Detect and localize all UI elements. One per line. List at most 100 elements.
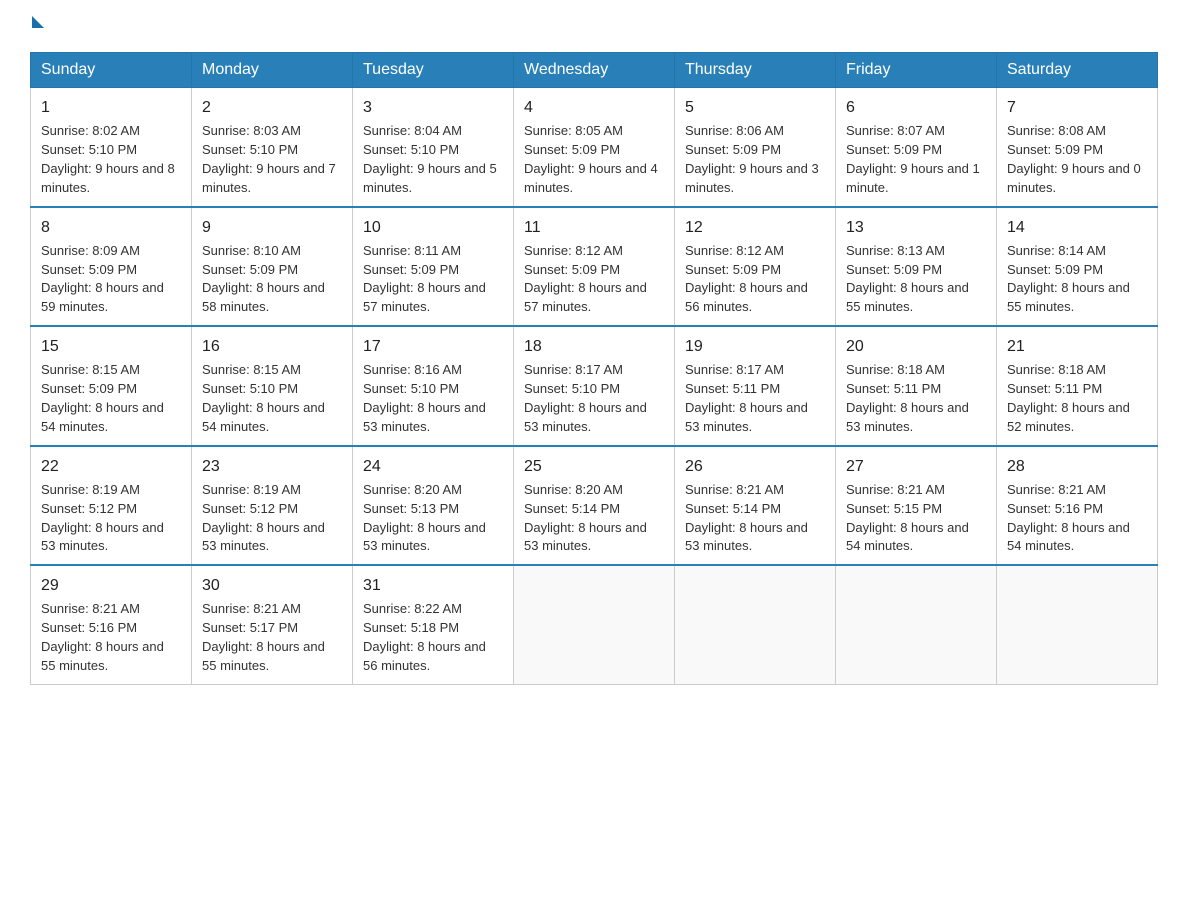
calendar-cell	[836, 565, 997, 684]
calendar-cell: 1 Sunrise: 8:02 AMSunset: 5:10 PMDayligh…	[31, 88, 192, 207]
day-number: 5	[685, 96, 825, 119]
calendar-cell: 22 Sunrise: 8:19 AMSunset: 5:12 PMDaylig…	[31, 446, 192, 566]
day-info: Sunrise: 8:21 AMSunset: 5:17 PMDaylight:…	[202, 601, 325, 673]
calendar-cell: 27 Sunrise: 8:21 AMSunset: 5:15 PMDaylig…	[836, 446, 997, 566]
calendar-cell: 10 Sunrise: 8:11 AMSunset: 5:09 PMDaylig…	[353, 207, 514, 327]
page-header	[30, 20, 1158, 32]
day-info: Sunrise: 8:12 AMSunset: 5:09 PMDaylight:…	[524, 243, 647, 315]
day-info: Sunrise: 8:07 AMSunset: 5:09 PMDaylight:…	[846, 123, 980, 195]
calendar-cell: 2 Sunrise: 8:03 AMSunset: 5:10 PMDayligh…	[192, 88, 353, 207]
calendar-cell: 5 Sunrise: 8:06 AMSunset: 5:09 PMDayligh…	[675, 88, 836, 207]
day-info: Sunrise: 8:15 AMSunset: 5:09 PMDaylight:…	[41, 362, 164, 434]
day-number: 30	[202, 574, 342, 597]
day-info: Sunrise: 8:11 AMSunset: 5:09 PMDaylight:…	[363, 243, 486, 315]
day-number: 18	[524, 335, 664, 358]
day-info: Sunrise: 8:09 AMSunset: 5:09 PMDaylight:…	[41, 243, 164, 315]
day-info: Sunrise: 8:16 AMSunset: 5:10 PMDaylight:…	[363, 362, 486, 434]
day-info: Sunrise: 8:21 AMSunset: 5:15 PMDaylight:…	[846, 482, 969, 554]
day-number: 7	[1007, 96, 1147, 119]
day-number: 15	[41, 335, 181, 358]
day-info: Sunrise: 8:19 AMSunset: 5:12 PMDaylight:…	[202, 482, 325, 554]
day-info: Sunrise: 8:22 AMSunset: 5:18 PMDaylight:…	[363, 601, 486, 673]
day-number: 16	[202, 335, 342, 358]
calendar-cell: 14 Sunrise: 8:14 AMSunset: 5:09 PMDaylig…	[997, 207, 1158, 327]
calendar-cell: 20 Sunrise: 8:18 AMSunset: 5:11 PMDaylig…	[836, 326, 997, 446]
day-number: 2	[202, 96, 342, 119]
week-row-5: 29 Sunrise: 8:21 AMSunset: 5:16 PMDaylig…	[31, 565, 1158, 684]
calendar-cell: 6 Sunrise: 8:07 AMSunset: 5:09 PMDayligh…	[836, 88, 997, 207]
calendar-cell: 23 Sunrise: 8:19 AMSunset: 5:12 PMDaylig…	[192, 446, 353, 566]
day-header-sunday: Sunday	[31, 53, 192, 88]
day-number: 6	[846, 96, 986, 119]
calendar-cell	[514, 565, 675, 684]
calendar-cell: 28 Sunrise: 8:21 AMSunset: 5:16 PMDaylig…	[997, 446, 1158, 566]
calendar-cell: 24 Sunrise: 8:20 AMSunset: 5:13 PMDaylig…	[353, 446, 514, 566]
week-row-1: 1 Sunrise: 8:02 AMSunset: 5:10 PMDayligh…	[31, 88, 1158, 207]
day-info: Sunrise: 8:21 AMSunset: 5:16 PMDaylight:…	[1007, 482, 1130, 554]
day-header-saturday: Saturday	[997, 53, 1158, 88]
calendar-cell: 26 Sunrise: 8:21 AMSunset: 5:14 PMDaylig…	[675, 446, 836, 566]
day-number: 25	[524, 455, 664, 478]
day-info: Sunrise: 8:14 AMSunset: 5:09 PMDaylight:…	[1007, 243, 1130, 315]
week-row-4: 22 Sunrise: 8:19 AMSunset: 5:12 PMDaylig…	[31, 446, 1158, 566]
day-info: Sunrise: 8:20 AMSunset: 5:14 PMDaylight:…	[524, 482, 647, 554]
calendar-cell: 11 Sunrise: 8:12 AMSunset: 5:09 PMDaylig…	[514, 207, 675, 327]
day-number: 17	[363, 335, 503, 358]
calendar-table: SundayMondayTuesdayWednesdayThursdayFrid…	[30, 52, 1158, 685]
calendar-cell: 8 Sunrise: 8:09 AMSunset: 5:09 PMDayligh…	[31, 207, 192, 327]
calendar-cell: 9 Sunrise: 8:10 AMSunset: 5:09 PMDayligh…	[192, 207, 353, 327]
day-info: Sunrise: 8:20 AMSunset: 5:13 PMDaylight:…	[363, 482, 486, 554]
calendar-cell: 7 Sunrise: 8:08 AMSunset: 5:09 PMDayligh…	[997, 88, 1158, 207]
day-header-wednesday: Wednesday	[514, 53, 675, 88]
day-info: Sunrise: 8:18 AMSunset: 5:11 PMDaylight:…	[1007, 362, 1130, 434]
day-header-monday: Monday	[192, 53, 353, 88]
day-info: Sunrise: 8:12 AMSunset: 5:09 PMDaylight:…	[685, 243, 808, 315]
day-info: Sunrise: 8:19 AMSunset: 5:12 PMDaylight:…	[41, 482, 164, 554]
day-number: 22	[41, 455, 181, 478]
day-info: Sunrise: 8:17 AMSunset: 5:11 PMDaylight:…	[685, 362, 808, 434]
calendar-cell: 19 Sunrise: 8:17 AMSunset: 5:11 PMDaylig…	[675, 326, 836, 446]
day-header-tuesday: Tuesday	[353, 53, 514, 88]
calendar-cell: 31 Sunrise: 8:22 AMSunset: 5:18 PMDaylig…	[353, 565, 514, 684]
calendar-cell: 3 Sunrise: 8:04 AMSunset: 5:10 PMDayligh…	[353, 88, 514, 207]
day-number: 11	[524, 216, 664, 239]
day-number: 19	[685, 335, 825, 358]
calendar-cell: 18 Sunrise: 8:17 AMSunset: 5:10 PMDaylig…	[514, 326, 675, 446]
calendar-cell: 12 Sunrise: 8:12 AMSunset: 5:09 PMDaylig…	[675, 207, 836, 327]
calendar-cell: 29 Sunrise: 8:21 AMSunset: 5:16 PMDaylig…	[31, 565, 192, 684]
day-number: 24	[363, 455, 503, 478]
day-number: 8	[41, 216, 181, 239]
day-number: 27	[846, 455, 986, 478]
day-number: 12	[685, 216, 825, 239]
logo-arrow-icon	[32, 16, 44, 28]
day-info: Sunrise: 8:13 AMSunset: 5:09 PMDaylight:…	[846, 243, 969, 315]
day-number: 23	[202, 455, 342, 478]
calendar-cell: 13 Sunrise: 8:13 AMSunset: 5:09 PMDaylig…	[836, 207, 997, 327]
week-row-2: 8 Sunrise: 8:09 AMSunset: 5:09 PMDayligh…	[31, 207, 1158, 327]
day-info: Sunrise: 8:06 AMSunset: 5:09 PMDaylight:…	[685, 123, 819, 195]
calendar-cell: 16 Sunrise: 8:15 AMSunset: 5:10 PMDaylig…	[192, 326, 353, 446]
day-number: 14	[1007, 216, 1147, 239]
day-number: 4	[524, 96, 664, 119]
day-number: 21	[1007, 335, 1147, 358]
day-info: Sunrise: 8:08 AMSunset: 5:09 PMDaylight:…	[1007, 123, 1141, 195]
day-info: Sunrise: 8:05 AMSunset: 5:09 PMDaylight:…	[524, 123, 658, 195]
day-number: 26	[685, 455, 825, 478]
day-number: 29	[41, 574, 181, 597]
calendar-cell	[675, 565, 836, 684]
calendar-cell: 17 Sunrise: 8:16 AMSunset: 5:10 PMDaylig…	[353, 326, 514, 446]
day-info: Sunrise: 8:03 AMSunset: 5:10 PMDaylight:…	[202, 123, 336, 195]
calendar-cell: 4 Sunrise: 8:05 AMSunset: 5:09 PMDayligh…	[514, 88, 675, 207]
day-info: Sunrise: 8:17 AMSunset: 5:10 PMDaylight:…	[524, 362, 647, 434]
day-info: Sunrise: 8:10 AMSunset: 5:09 PMDaylight:…	[202, 243, 325, 315]
calendar-cell: 25 Sunrise: 8:20 AMSunset: 5:14 PMDaylig…	[514, 446, 675, 566]
day-info: Sunrise: 8:15 AMSunset: 5:10 PMDaylight:…	[202, 362, 325, 434]
day-number: 20	[846, 335, 986, 358]
day-number: 31	[363, 574, 503, 597]
day-header-thursday: Thursday	[675, 53, 836, 88]
day-number: 28	[1007, 455, 1147, 478]
logo	[30, 20, 44, 32]
day-header-friday: Friday	[836, 53, 997, 88]
day-number: 10	[363, 216, 503, 239]
day-info: Sunrise: 8:21 AMSunset: 5:14 PMDaylight:…	[685, 482, 808, 554]
